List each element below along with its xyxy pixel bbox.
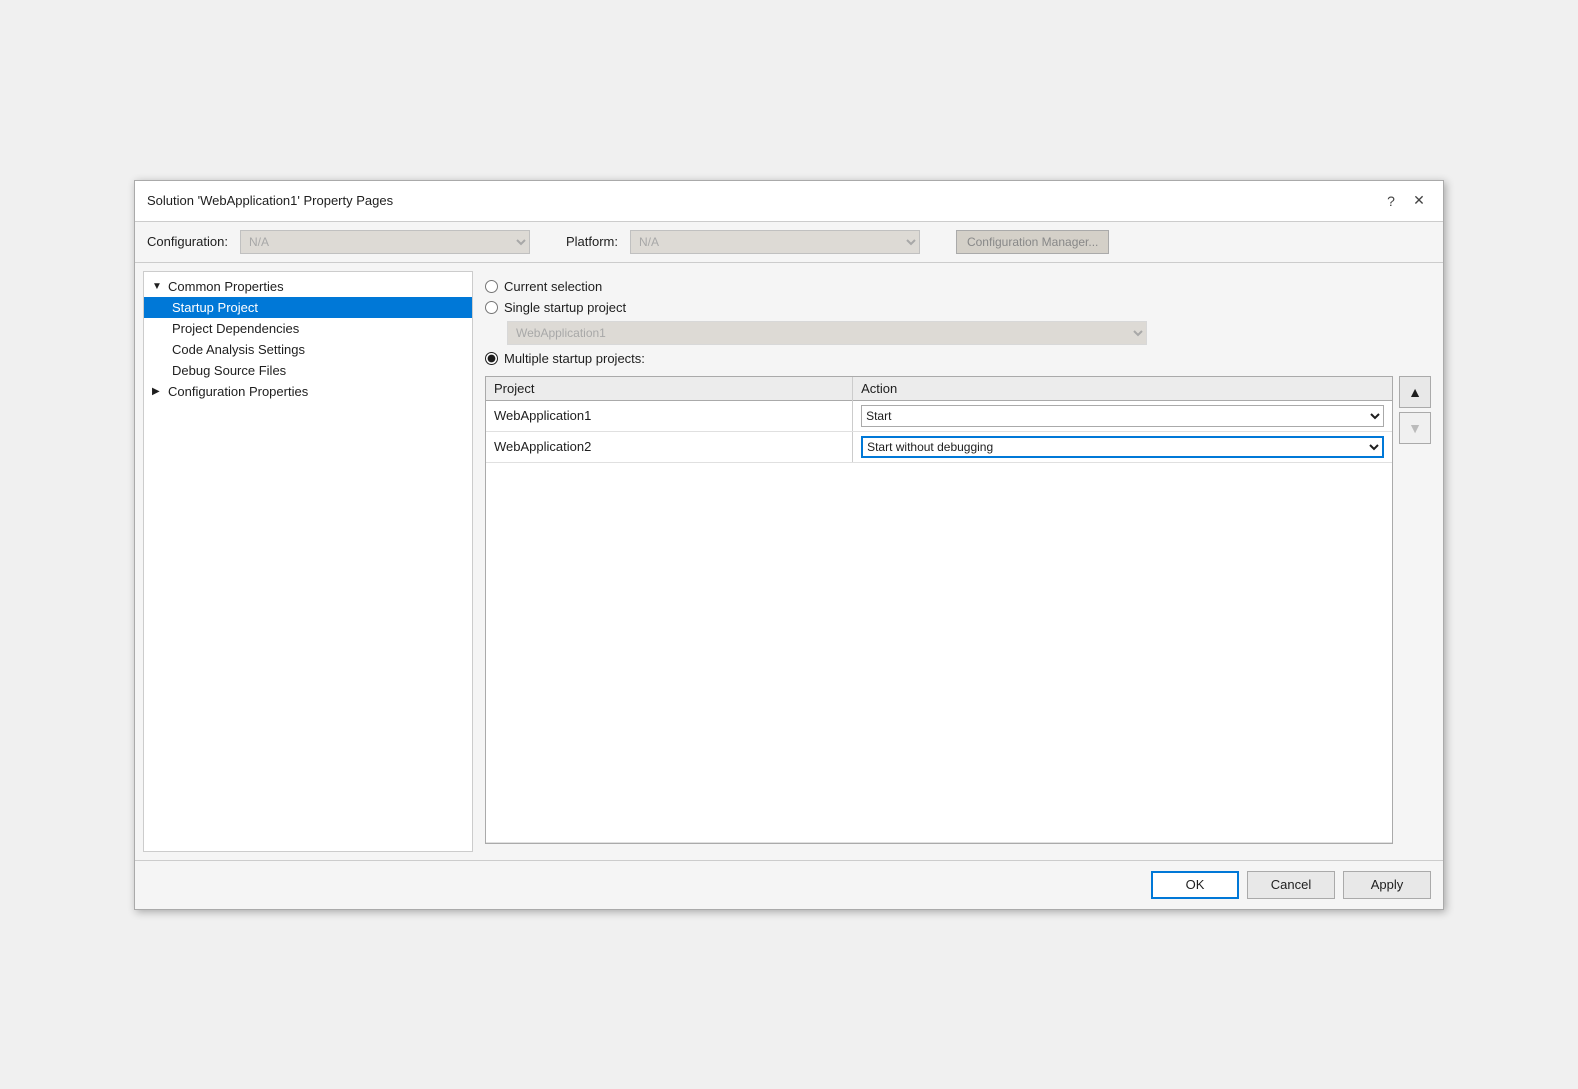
code-analysis-label: Code Analysis Settings [172, 342, 305, 357]
sidebar-item-debug-source[interactable]: Debug Source Files [144, 360, 472, 381]
platform-label: Platform: [566, 234, 618, 249]
help-button[interactable]: ? [1379, 189, 1403, 213]
sidebar-item-common-properties[interactable]: ▼ Common Properties [144, 276, 472, 297]
dialog-title: Solution 'WebApplication1' Property Page… [147, 193, 393, 208]
single-project-select[interactable]: WebApplication1 [507, 321, 1147, 345]
ok-button[interactable]: OK [1151, 871, 1239, 899]
empty-table-area [486, 462, 1392, 842]
sidebar-item-startup-project[interactable]: Startup Project [144, 297, 472, 318]
project-dependencies-label: Project Dependencies [172, 321, 299, 336]
project-name-2: WebApplication2 [486, 431, 853, 462]
title-bar-buttons: ? ✕ [1379, 189, 1431, 213]
empty-row [486, 462, 1392, 842]
config-manager-button[interactable]: Configuration Manager... [956, 230, 1109, 254]
multiple-startup-row: Multiple startup projects: [485, 351, 1431, 366]
multiple-startup-label[interactable]: Multiple startup projects: [504, 351, 645, 366]
table-header: Project Action [486, 377, 1392, 401]
content-area: ▼ Common Properties Startup Project Proj… [135, 263, 1443, 860]
current-selection-radio[interactable] [485, 280, 498, 293]
sidebar-item-common-label: Common Properties [168, 279, 284, 294]
debug-source-label: Debug Source Files [172, 363, 286, 378]
sidebar-item-config-properties[interactable]: ▶ Configuration Properties [144, 381, 472, 402]
col-header-project: Project [486, 377, 853, 401]
single-startup-label[interactable]: Single startup project [504, 300, 626, 315]
action-cell-1: (none) Start Start without debugging [853, 400, 1392, 431]
configuration-select[interactable]: N/A [240, 230, 530, 254]
close-button[interactable]: ✕ [1407, 189, 1431, 213]
multiple-startup-radio[interactable] [485, 352, 498, 365]
main-panel: Current selection Single startup project… [481, 271, 1435, 852]
table-body: WebApplication1 (none) Start Start witho… [486, 400, 1392, 842]
project-name-1: WebApplication1 [486, 400, 853, 431]
projects-table-wrapper: Project Action WebApplication1 (none) [485, 376, 1393, 844]
sidebar: ▼ Common Properties Startup Project Proj… [143, 271, 473, 852]
current-selection-label[interactable]: Current selection [504, 279, 602, 294]
sidebar-item-code-analysis[interactable]: Code Analysis Settings [144, 339, 472, 360]
cancel-button[interactable]: Cancel [1247, 871, 1335, 899]
property-pages-dialog: Solution 'WebApplication1' Property Page… [134, 180, 1444, 910]
current-selection-row: Current selection [485, 279, 1431, 294]
single-startup-radio[interactable] [485, 301, 498, 314]
platform-select[interactable]: N/A [630, 230, 920, 254]
table-row: WebApplication1 (none) Start Start witho… [486, 400, 1392, 431]
projects-table: Project Action WebApplication1 (none) [486, 377, 1392, 843]
move-down-button[interactable]: ▼ [1399, 412, 1431, 444]
sidebar-item-config-label: Configuration Properties [168, 384, 308, 399]
arrow-buttons: ▲ ▼ [1399, 376, 1431, 444]
action-select-1[interactable]: (none) Start Start without debugging [861, 405, 1384, 427]
startup-project-label: Startup Project [172, 300, 258, 315]
table-row: WebApplication2 (none) Start Start witho… [486, 431, 1392, 462]
configuration-label: Configuration: [147, 234, 228, 249]
title-bar: Solution 'WebApplication1' Property Page… [135, 181, 1443, 222]
col-header-action: Action [853, 377, 1392, 401]
expand-icon-common: ▼ [152, 281, 164, 292]
apply-button[interactable]: Apply [1343, 871, 1431, 899]
action-select-2[interactable]: (none) Start Start without debugging [861, 436, 1384, 458]
sidebar-item-project-dependencies[interactable]: Project Dependencies [144, 318, 472, 339]
move-up-button[interactable]: ▲ [1399, 376, 1431, 408]
single-startup-row: Single startup project [485, 300, 1431, 315]
toolbar: Configuration: N/A Platform: N/A Configu… [135, 222, 1443, 263]
projects-table-section: Project Action WebApplication1 (none) [485, 376, 1431, 844]
startup-options: Current selection Single startup project… [485, 279, 1431, 366]
expand-icon-config: ▶ [152, 386, 164, 397]
action-cell-2: (none) Start Start without debugging [853, 431, 1392, 462]
footer: OK Cancel Apply [135, 860, 1443, 909]
